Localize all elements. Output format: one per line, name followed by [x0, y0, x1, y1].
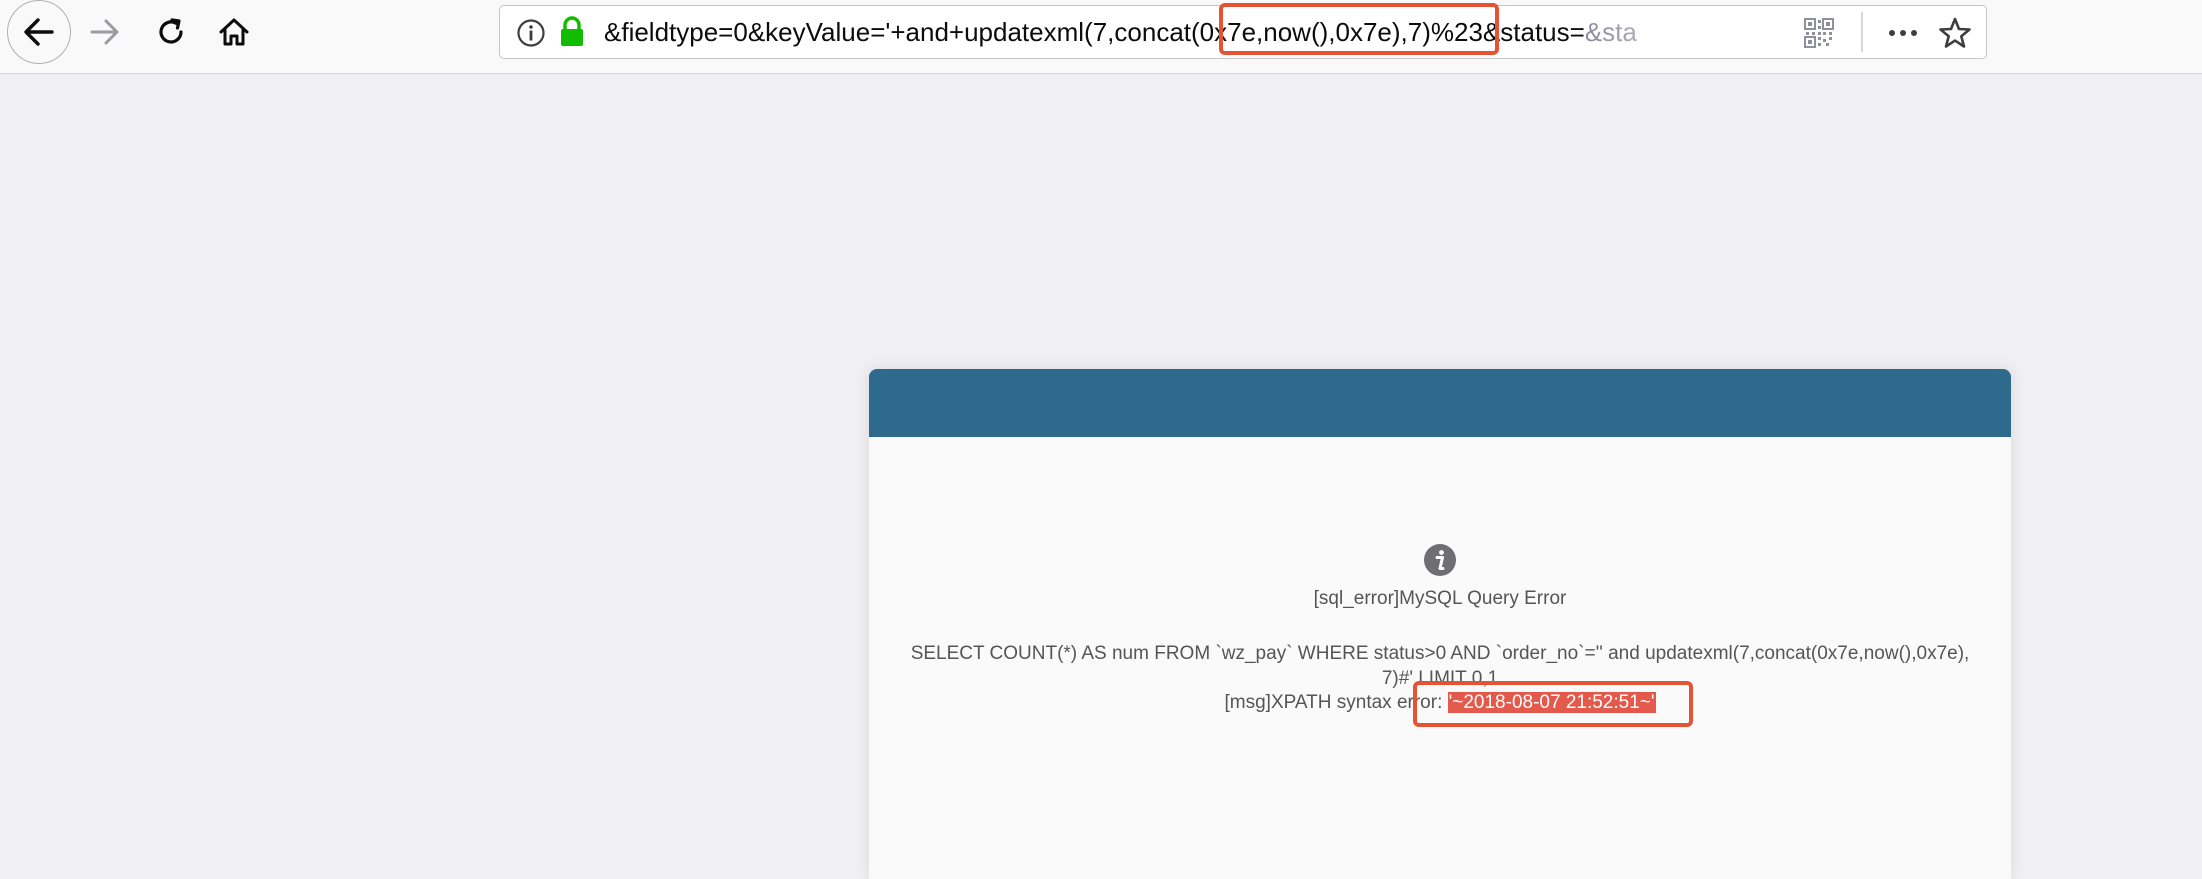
- lock-icon: [561, 16, 583, 46]
- star-icon: [1939, 17, 1971, 48]
- error-dialog-header: [869, 369, 2011, 437]
- url-prefix: &fieldtype=0&keyValue='+and+updatexml(7,…: [604, 17, 1157, 47]
- annotation-box-result: [1413, 681, 1693, 727]
- arrow-left-icon: [24, 18, 54, 46]
- url-separator: [1861, 12, 1863, 52]
- info-icon: [1424, 544, 1456, 576]
- qr-code-icon: [1804, 18, 1834, 48]
- address-bar[interactable]: &fieldtype=0&keyValue='+and+updatexml(7,…: [499, 3, 1987, 59]
- error-dialog: [sql_error]MySQL Query Error SELECT COUN…: [869, 369, 2011, 879]
- error-title: [sql_error]MySQL Query Error: [1313, 588, 1567, 609]
- home-button[interactable]: [201, 6, 267, 58]
- secure-connection-indicator[interactable]: [558, 16, 586, 53]
- error-info-icon-wrapper: [1423, 543, 1457, 582]
- more-icon: [1889, 30, 1917, 36]
- annotation-box-url: [1219, 3, 1499, 55]
- info-icon: [517, 19, 545, 47]
- url-text[interactable]: &fieldtype=0&keyValue='+and+updatexml(7,…: [604, 17, 1754, 48]
- back-button[interactable]: [7, 0, 71, 64]
- forward-button[interactable]: [72, 6, 138, 58]
- qr-code-button[interactable]: [1804, 18, 1834, 53]
- bookmark-button[interactable]: [1938, 16, 1972, 55]
- site-info-button[interactable]: [516, 18, 546, 53]
- reload-button[interactable]: [138, 6, 204, 58]
- browser-toolbar: &fieldtype=0&keyValue='+and+updatexml(7,…: [0, 0, 2202, 74]
- arrow-right-icon: [90, 19, 119, 45]
- reload-icon: [159, 18, 183, 44]
- url-suffix-faded: &sta: [1584, 17, 1637, 47]
- page-actions-button[interactable]: [1886, 18, 1920, 53]
- home-icon: [219, 18, 249, 46]
